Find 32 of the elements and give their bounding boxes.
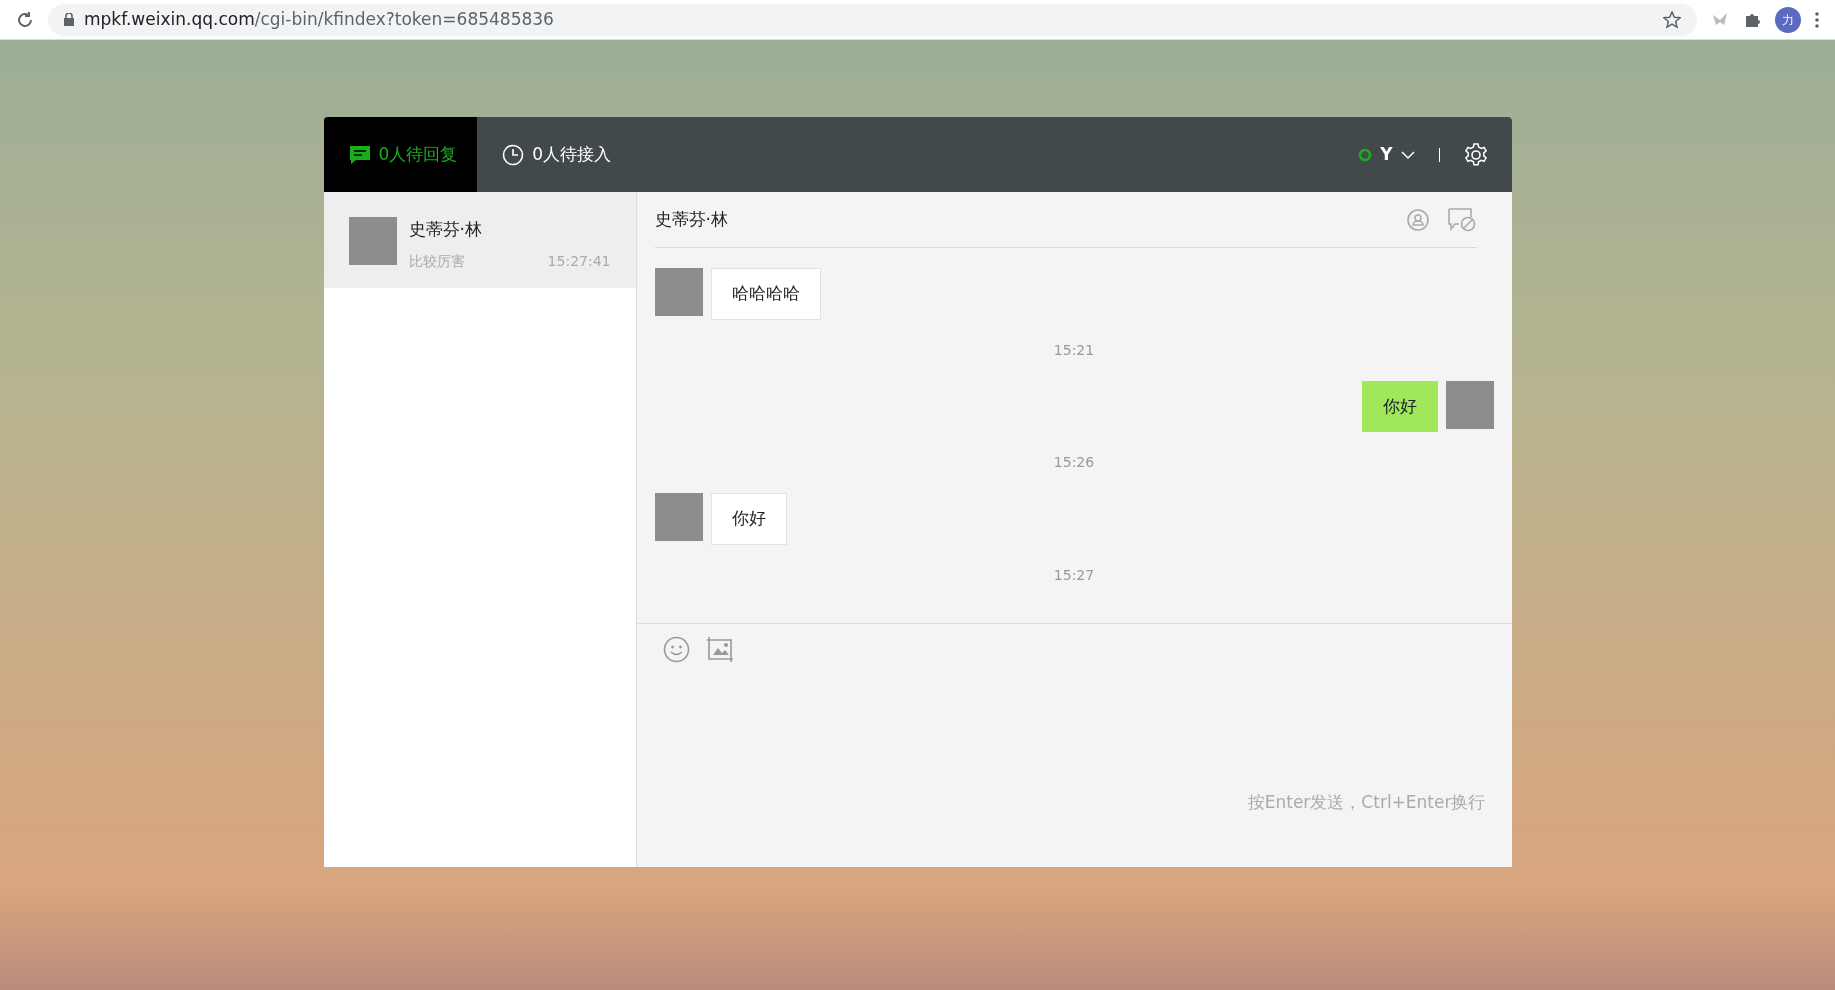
clock-icon: [502, 143, 525, 166]
message-time: 15:27:41: [547, 251, 611, 271]
avatar: [654, 493, 703, 541]
contact-name: 史蒂芬·林: [408, 218, 483, 241]
profile-avatar[interactable]: 力: [1775, 6, 1801, 33]
url-text: mpkf.weixin.qq.com/cgi-bin/kfindex?token=685485836: [84, 7, 554, 31]
settings-icon[interactable]: [1463, 142, 1488, 167]
message-preview: 比较厉害: [408, 251, 465, 271]
emoji-icon[interactable]: [662, 636, 690, 663]
chevron-down-icon: [1400, 149, 1415, 160]
avatar: [348, 217, 397, 265]
chat-title: 史蒂芬·林: [654, 207, 728, 231]
timestamp: 15:21: [1053, 340, 1095, 360]
message-bubble: 你好: [710, 493, 787, 545]
star-icon[interactable]: [1663, 10, 1681, 29]
tab[interactable]: 0人待接入: [477, 117, 632, 192]
chat-icon: [348, 144, 371, 165]
address-bar[interactable]: mpkf.weixin.qq.com/cgi-bin/kfindex?token=685485836: [48, 3, 1697, 36]
message-bubble: 你好: [1361, 380, 1438, 432]
avatar: [654, 268, 703, 316]
reload-icon[interactable]: [16, 10, 34, 29]
timestamp: 15:27: [1053, 565, 1095, 585]
timestamp: 15:26: [1053, 453, 1095, 472]
message-bubble: 哈哈哈哈: [710, 268, 821, 320]
menu-icon[interactable]: [1815, 11, 1819, 28]
avatar: [1445, 380, 1494, 429]
tab[interactable]: 0人待回复: [323, 117, 478, 192]
session-item[interactable]: 史蒂芬·林 比较厉害 15:27:41: [323, 192, 636, 288]
input-hint: 按Enter发送，Ctrl+Enter换行: [1246, 790, 1486, 814]
agent-status-menu[interactable]: Y: [1358, 141, 1415, 168]
lock-icon: [64, 13, 74, 26]
image-icon[interactable]: [705, 636, 736, 664]
